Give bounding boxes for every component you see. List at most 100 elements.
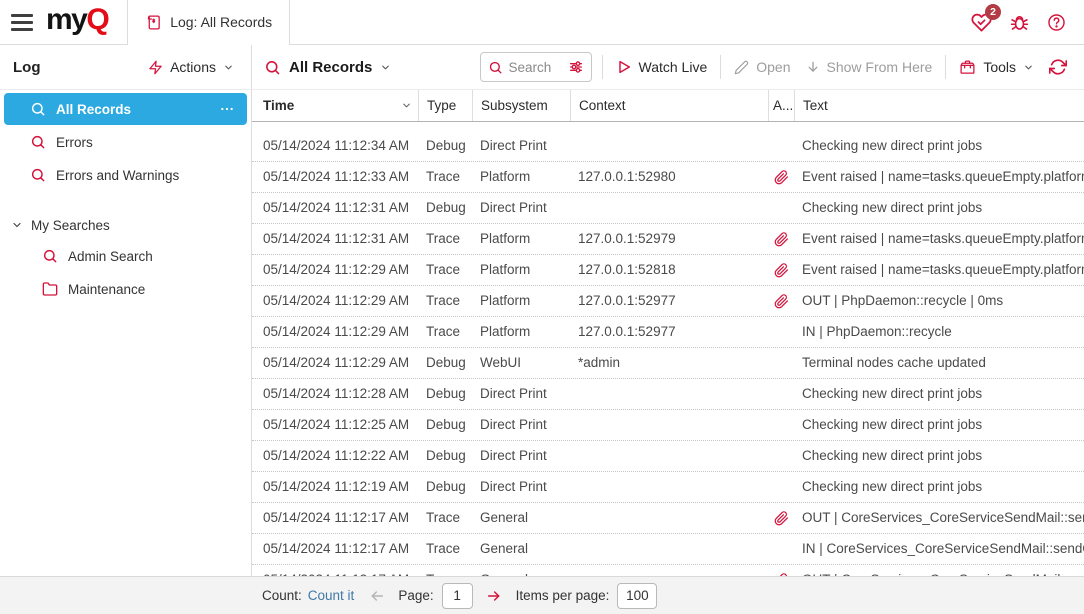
tools-label: Tools	[983, 59, 1016, 75]
table-row[interactable]: 05/14/2024 11:12:31 AM Trace Platform 12…	[252, 224, 1084, 255]
toolbar: Log Actions All Records	[0, 45, 1084, 90]
table-row[interactable]: 05/14/2024 11:12:33 AM Trace Platform 12…	[252, 162, 1084, 193]
chevron-down-icon	[1023, 62, 1034, 73]
table-row[interactable]: 05/14/2024 11:12:31 AM Debug Direct Prin…	[252, 193, 1084, 224]
cell-attachment	[768, 565, 794, 576]
menu-icon[interactable]	[11, 14, 33, 31]
search-input[interactable]	[509, 60, 562, 75]
attachment-icon	[774, 263, 789, 278]
cell-text: Checking new direct print jobs	[794, 131, 1084, 161]
pencil-icon	[734, 60, 749, 75]
attachment-icon	[774, 294, 789, 309]
cell-subsystem: General	[472, 565, 570, 576]
table-row[interactable]: 05/14/2024 11:12:25 AM Debug Direct Prin…	[252, 410, 1084, 441]
search-icon	[42, 248, 58, 264]
next-page-button[interactable]	[486, 588, 502, 604]
search-icon	[30, 101, 46, 117]
column-header-subsystem[interactable]: Subsystem	[472, 90, 570, 121]
brand-area: myQ	[0, 0, 127, 44]
cell-type: Trace	[418, 162, 472, 192]
table-row[interactable]: 05/14/2024 11:12:34 AM Debug Direct Prin…	[252, 131, 1084, 162]
top-bar: myQ Log: All Records 2	[0, 0, 1084, 45]
column-label: A...	[773, 98, 793, 113]
cell-attachment	[768, 441, 794, 471]
cell-type: Debug	[418, 348, 472, 378]
table-row[interactable]: 05/14/2024 11:12:17 AM Trace General OUT…	[252, 565, 1084, 576]
sidebar-item-label: Errors	[56, 135, 93, 150]
more-options-button[interactable]	[219, 101, 235, 117]
cell-time: 05/14/2024 11:12:29 AM	[252, 348, 418, 378]
table-row[interactable]: 05/14/2024 11:12:28 AM Debug Direct Prin…	[252, 379, 1084, 410]
help-icon	[1047, 13, 1066, 32]
column-header-time[interactable]: Time	[252, 90, 418, 121]
cell-time: 05/14/2024 11:12:31 AM	[252, 224, 418, 254]
cell-subsystem: Direct Print	[472, 441, 570, 471]
show-from-here-button[interactable]: Show From Here	[803, 59, 936, 75]
sidebar-item-label: Maintenance	[68, 282, 145, 297]
cell-text: Event raised | name=tasks.queueEmpty.pla…	[794, 224, 1084, 254]
sidebar-item-errors-and-warnings[interactable]: Errors and Warnings	[4, 159, 247, 191]
table-row[interactable]: 05/14/2024 11:12:29 AM Trace Platform 12…	[252, 317, 1084, 348]
sidebar-item-admin-search[interactable]: Admin Search	[4, 240, 247, 272]
cell-attachment	[768, 317, 794, 347]
logo-text-q: Q	[86, 3, 108, 36]
table-row[interactable]: 05/14/2024 11:12:17 AM Trace General OUT…	[252, 503, 1084, 534]
refresh-button[interactable]	[1046, 58, 1070, 76]
cell-type: Trace	[418, 286, 472, 316]
tab-log-all-records[interactable]: Log: All Records	[127, 0, 290, 44]
table-row[interactable]: 05/14/2024 11:12:17 AM Trace General IN …	[252, 534, 1084, 565]
table-row[interactable]: 05/14/2024 11:12:29 AM Trace Platform 12…	[252, 255, 1084, 286]
count-label: Count:	[262, 588, 302, 603]
cell-time: 05/14/2024 11:12:29 AM	[252, 317, 418, 347]
prev-page-button[interactable]	[369, 588, 385, 604]
sidebar-item-all-records[interactable]: All Records	[4, 93, 247, 125]
cell-subsystem: Direct Print	[472, 472, 570, 502]
sidebar-item-maintenance[interactable]: Maintenance	[4, 273, 247, 305]
open-button[interactable]: Open	[731, 59, 793, 75]
bug-report-button[interactable]	[1009, 12, 1030, 33]
view-selector-label: All Records	[289, 59, 372, 76]
cell-text: Terminal nodes cache updated	[794, 348, 1084, 378]
column-header-text[interactable]: Text	[794, 90, 1084, 121]
cell-time: 05/14/2024 11:12:22 AM	[252, 441, 418, 471]
count-it-link[interactable]: Count it	[308, 588, 355, 603]
column-header-attachment[interactable]: A...	[768, 90, 794, 121]
cell-type: Debug	[418, 441, 472, 471]
cell-type: Trace	[418, 565, 472, 576]
cell-context	[570, 503, 768, 533]
help-button[interactable]	[1047, 13, 1066, 32]
cell-context: 127.0.0.1:52818	[570, 255, 768, 285]
table-row[interactable]: 05/14/2024 11:12:29 AM Debug WebUI *admi…	[252, 348, 1084, 379]
cell-type: Trace	[418, 534, 472, 564]
search-filter-button[interactable]	[568, 59, 584, 75]
tools-button[interactable]: Tools	[956, 59, 1037, 76]
column-header-type[interactable]: Type	[418, 90, 472, 121]
panel-header: Log Actions	[0, 45, 252, 89]
cell-time: 05/14/2024 11:12:33 AM	[252, 162, 418, 192]
health-status-button[interactable]: 2	[971, 12, 992, 33]
view-selector[interactable]: All Records	[264, 59, 391, 76]
page-title: Log	[13, 59, 41, 76]
table-row[interactable]: 05/14/2024 11:12:19 AM Debug Direct Prin…	[252, 472, 1084, 503]
chevron-down-icon	[223, 62, 234, 73]
cell-attachment	[768, 410, 794, 440]
cell-subsystem: General	[472, 503, 570, 533]
table-row[interactable]: 05/14/2024 11:12:22 AM Debug Direct Prin…	[252, 441, 1084, 472]
cell-type: Debug	[418, 131, 472, 161]
watch-live-button[interactable]: Watch Live	[613, 59, 711, 75]
column-header-context[interactable]: Context	[570, 90, 768, 121]
cell-text: OUT | PhpDaemon::recycle | 0ms	[794, 286, 1084, 316]
app-window: myQ Log: All Records 2	[0, 0, 1084, 614]
cell-attachment	[768, 224, 794, 254]
cell-time: 05/14/2024 11:12:29 AM	[252, 255, 418, 285]
page-input[interactable]	[442, 583, 473, 609]
cell-text: IN | CoreServices_CoreServiceSendMail::s…	[794, 534, 1084, 564]
items-per-page-input[interactable]	[617, 583, 657, 609]
table-row[interactable]: 05/14/2024 11:12:29 AM Trace Platform 12…	[252, 286, 1084, 317]
sidebar-section-my-searches[interactable]: My Searches	[0, 211, 251, 239]
cell-subsystem: General	[472, 534, 570, 564]
sidebar-item-errors[interactable]: Errors	[4, 126, 247, 158]
table-body: 05/14/2024 11:12:34 AM Debug Direct Prin…	[252, 122, 1084, 576]
sidebar-item-label: All Records	[56, 102, 131, 117]
actions-button[interactable]: Actions	[145, 59, 237, 75]
